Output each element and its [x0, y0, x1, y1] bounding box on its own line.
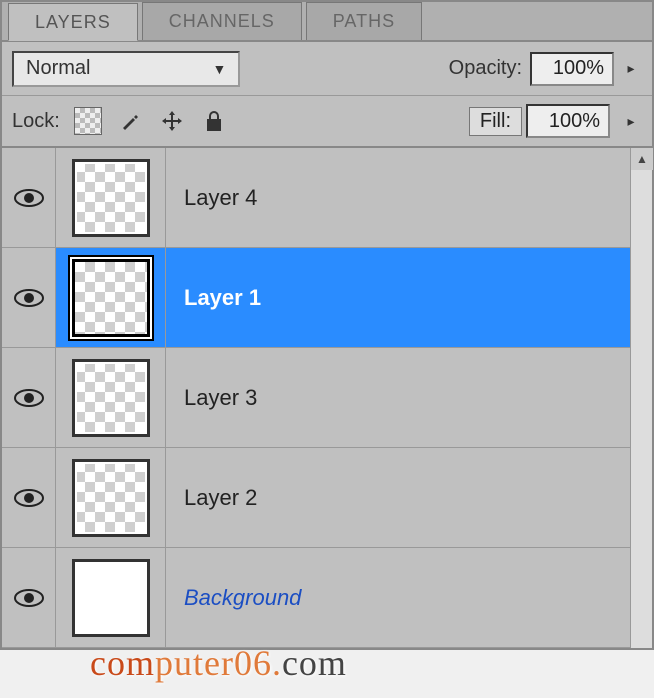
- blend-mode-value: Normal: [26, 57, 90, 80]
- layer-row[interactable]: Layer 3: [2, 348, 652, 448]
- panel-tabs: LAYERS CHANNELS PATHS: [2, 2, 652, 42]
- chevron-down-icon: ▼: [212, 61, 226, 77]
- fill-flyout-icon[interactable]: ▸: [620, 104, 642, 138]
- visibility-toggle[interactable]: [2, 548, 56, 647]
- opacity-flyout-icon[interactable]: ▸: [620, 52, 642, 86]
- layer-name-label[interactable]: Layer 4: [166, 185, 257, 211]
- eye-icon: [13, 588, 45, 608]
- layer-name-label[interactable]: Background: [166, 585, 301, 611]
- visibility-toggle[interactable]: [2, 348, 56, 447]
- layers-panel: LAYERS CHANNELS PATHS Normal ▼ Opacity: …: [0, 0, 654, 650]
- lock-label: Lock:: [12, 110, 60, 133]
- watermark: computer06.com: [90, 642, 347, 684]
- lock-transparency-icon[interactable]: [74, 107, 102, 135]
- layer-row[interactable]: Layer 1: [2, 248, 652, 348]
- visibility-toggle[interactable]: [2, 148, 56, 247]
- layer-thumbnail[interactable]: [56, 548, 166, 647]
- scroll-up-icon[interactable]: ▲: [631, 148, 653, 170]
- eye-icon: [13, 488, 45, 508]
- eye-icon: [13, 388, 45, 408]
- tab-paths[interactable]: PATHS: [306, 2, 422, 40]
- layer-name-label[interactable]: Layer 3: [166, 385, 257, 411]
- opacity-input[interactable]: 100%: [530, 52, 614, 86]
- visibility-toggle[interactable]: [2, 248, 56, 347]
- layer-thumbnail[interactable]: [56, 348, 166, 447]
- layer-row[interactable]: Layer 2: [2, 448, 652, 548]
- layer-row[interactable]: Background: [2, 548, 652, 648]
- lock-row: Lock: Fill: 100% ▸: [2, 96, 652, 148]
- layer-name-label[interactable]: Layer 1: [166, 285, 261, 311]
- blend-row: Normal ▼ Opacity: 100% ▸: [2, 42, 652, 96]
- fill-label: Fill:: [469, 107, 522, 136]
- layer-name-label[interactable]: Layer 2: [166, 485, 257, 511]
- lock-move-icon[interactable]: [158, 107, 186, 135]
- blend-mode-select[interactable]: Normal ▼: [12, 51, 240, 87]
- layer-thumbnail[interactable]: [56, 148, 166, 247]
- scrollbar[interactable]: ▲: [630, 148, 652, 648]
- opacity-label: Opacity:: [441, 57, 530, 80]
- lock-brush-icon[interactable]: [116, 107, 144, 135]
- eye-icon: [13, 288, 45, 308]
- visibility-toggle[interactable]: [2, 448, 56, 547]
- tab-layers[interactable]: LAYERS: [8, 3, 138, 41]
- fill-input[interactable]: 100%: [526, 104, 610, 138]
- layers-list: Layer 4 Layer 1 Layer 3 Layer 2: [2, 148, 652, 648]
- eye-icon: [13, 188, 45, 208]
- layer-thumbnail[interactable]: [56, 248, 166, 347]
- tab-channels[interactable]: CHANNELS: [142, 2, 302, 40]
- layer-row[interactable]: Layer 4: [2, 148, 652, 248]
- lock-all-icon[interactable]: [200, 107, 228, 135]
- layer-thumbnail[interactable]: [56, 448, 166, 547]
